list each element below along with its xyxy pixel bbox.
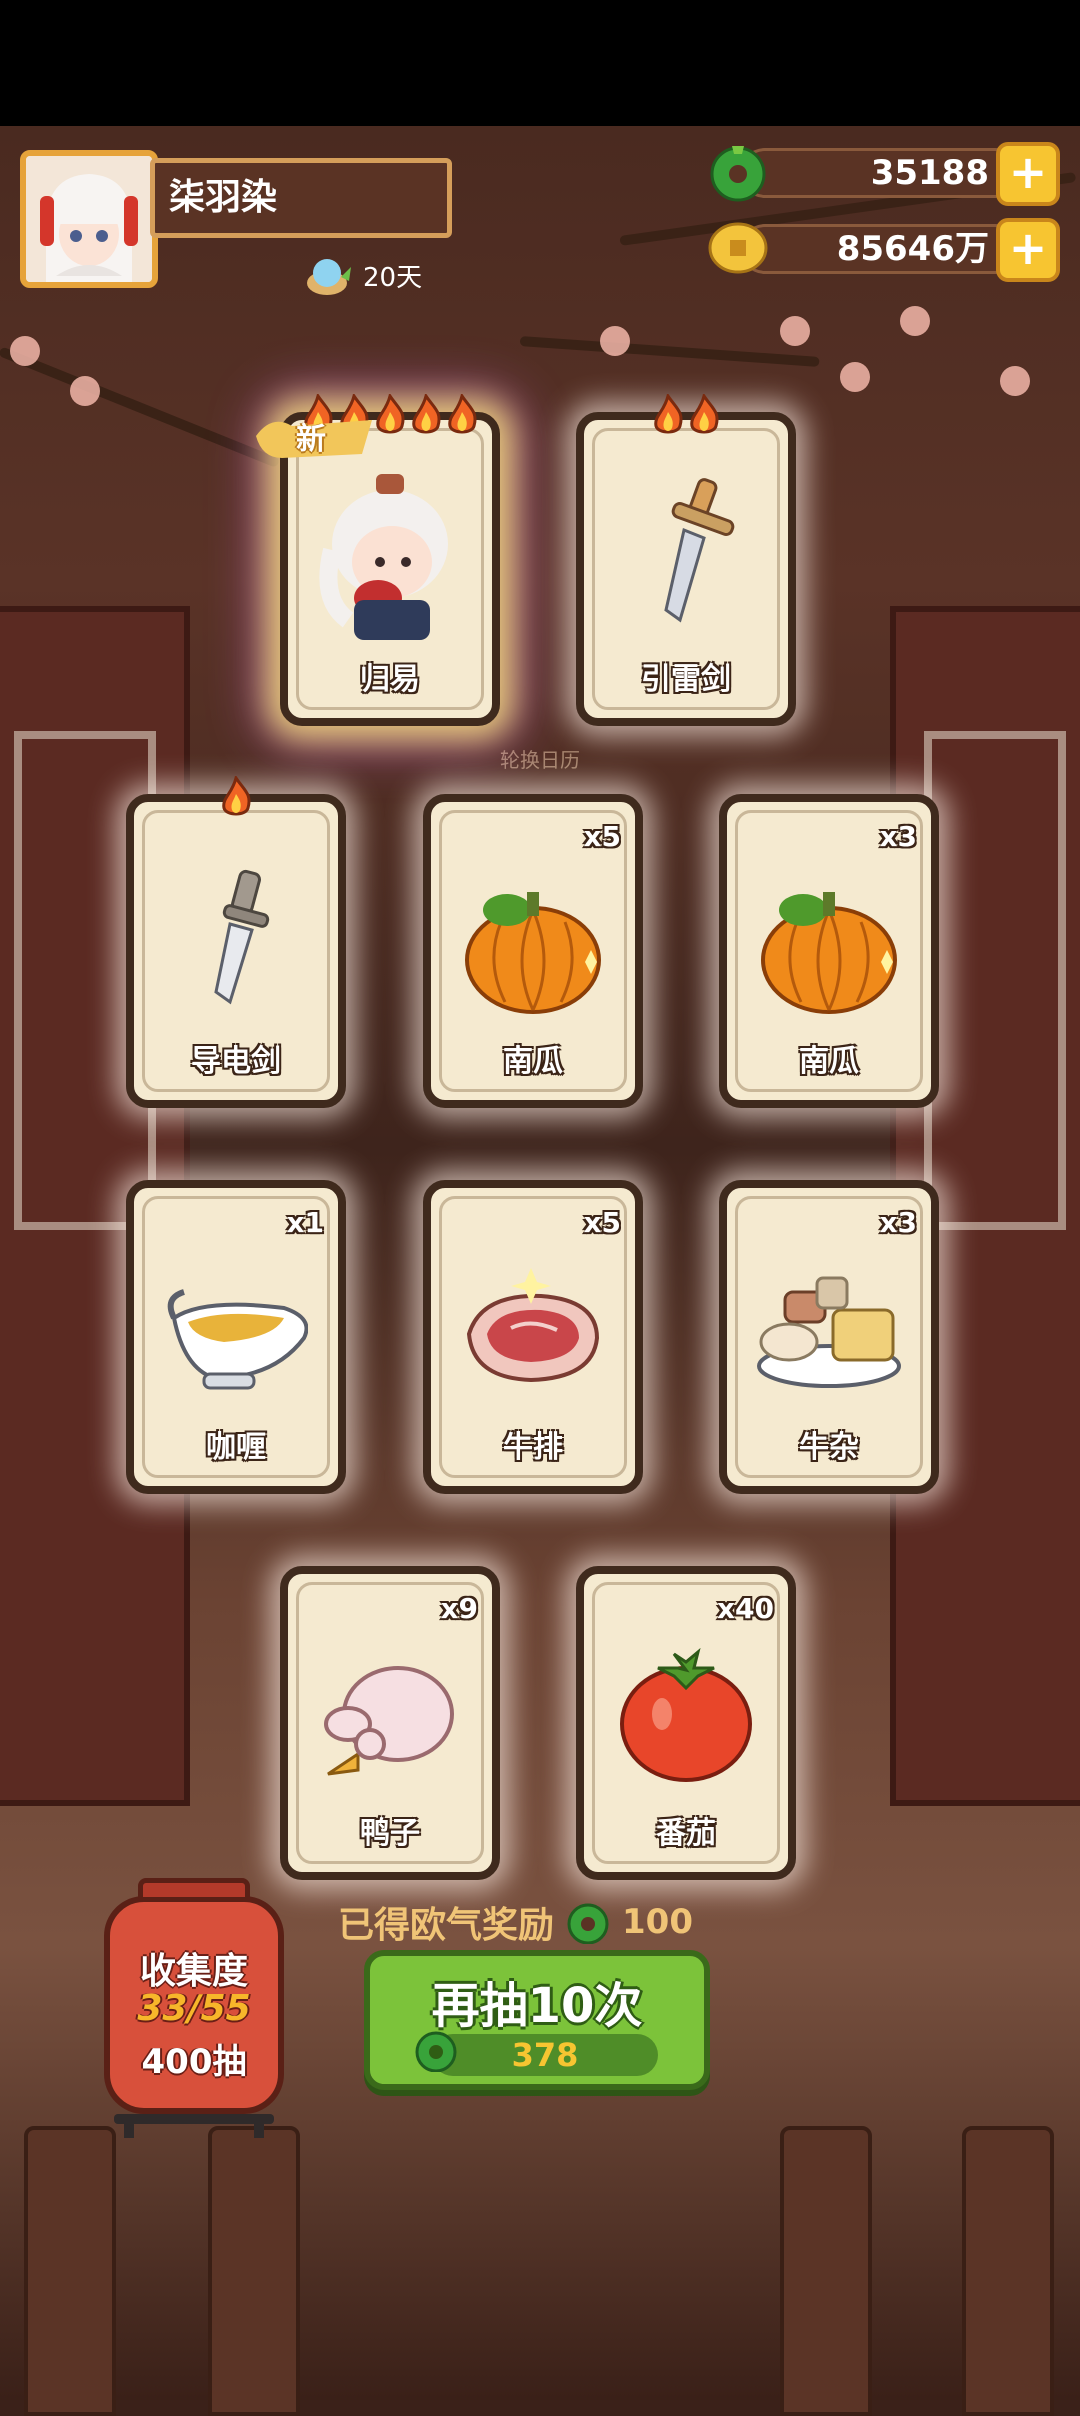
player-name: 柒羽染 — [150, 158, 452, 238]
reward-card-conductive-sword[interactable]: 导电剑 — [126, 776, 346, 1108]
collection-lantern[interactable]: 收集度 33/55 400抽 — [104, 1878, 284, 2114]
steak-icon — [466, 1268, 600, 1383]
card-quantity: x5 — [583, 1206, 621, 1239]
reward-card-duck[interactable]: x9 鸭子 — [280, 1566, 500, 1880]
new-badge: 新 — [252, 410, 382, 464]
coin-icon — [708, 222, 768, 274]
draw-button-label: 再抽10次 — [431, 1978, 643, 2034]
collection-draws: 400抽 — [141, 2042, 247, 2082]
jade-icon — [710, 146, 766, 202]
card-label: 南瓜 — [503, 1044, 563, 1079]
lantern-stand — [114, 2114, 274, 2138]
card-label: 牛排 — [503, 1430, 563, 1465]
card-label: 南瓜 — [799, 1044, 859, 1079]
coin-amount: 85646万 — [740, 224, 1020, 274]
reward-card-character[interactable]: 新 归易 — [256, 394, 500, 726]
sword-icon — [664, 478, 735, 623]
reward-text: 已得欧气奖励 — [338, 1905, 555, 1946]
card-quantity: x1 — [286, 1206, 324, 1239]
reward-value: 100 — [622, 1902, 693, 1942]
dagger-icon — [214, 869, 270, 1005]
reward-card-thunder-sword[interactable]: 引雷剑 — [576, 394, 796, 726]
card-quantity: x40 — [716, 1592, 774, 1625]
draw-cost: 378 — [415, 2031, 658, 2076]
status-bar — [0, 0, 1080, 126]
reward-card-pumpkin-1[interactable]: x5 南瓜 — [423, 794, 643, 1108]
card-label: 归易 — [360, 662, 420, 697]
card-label: 导电剑 — [191, 1044, 281, 1079]
duck-icon — [324, 1666, 454, 1776]
jade-currency: 35188 + — [700, 142, 1060, 206]
reward-card-curry[interactable]: x1 咖喱 — [126, 1180, 346, 1494]
beef-offal-icon — [757, 1276, 901, 1388]
card-quantity: x5 — [583, 820, 621, 853]
card-quantity: x3 — [879, 820, 917, 853]
reward-info: 已得欧气奖励 100 — [338, 1896, 693, 1948]
card-label: 牛杂 — [799, 1430, 859, 1465]
reward-card-beef-offal[interactable]: x3 牛杂 — [719, 1180, 939, 1494]
draw-10-again-button[interactable]: 再抽10次 378 — [364, 1950, 710, 2090]
pumpkin-icon — [465, 892, 601, 1014]
jade-amount: 35188 — [740, 148, 1020, 198]
curry-gravy-boat-icon — [167, 1289, 308, 1390]
rarity-flames — [584, 394, 788, 438]
avatar[interactable] — [20, 150, 158, 288]
reward-card-tomato[interactable]: x40 番茄 — [576, 1566, 796, 1880]
rotation-calendar-label: 轮换日历 — [500, 748, 580, 772]
chef-character-icon — [319, 474, 448, 640]
card-quantity: x3 — [879, 1206, 917, 1239]
globe-icon — [307, 259, 351, 295]
card-label: 鸭子 — [360, 1816, 420, 1851]
card-label: 番茄 — [656, 1816, 716, 1851]
rarity-flames — [134, 776, 338, 820]
draw-cost-value: 378 — [511, 2036, 579, 2074]
reward-card-pumpkin-2[interactable]: x3 南瓜 — [719, 794, 939, 1108]
add-coin-button[interactable]: + — [996, 218, 1060, 282]
card-label: 咖喱 — [206, 1430, 266, 1465]
card-quantity: x9 — [440, 1592, 478, 1625]
collection-title: 收集度 — [139, 1951, 248, 1992]
pumpkin-icon — [761, 892, 897, 1014]
coin-currency: 85646万 + — [700, 218, 1060, 282]
reward-card-steak[interactable]: x5 牛排 — [423, 1180, 643, 1494]
collection-progress: 33/55 — [137, 1988, 251, 2029]
days-text: 20天 — [363, 262, 423, 293]
days-counter: 20天 — [305, 250, 422, 300]
tomato-icon — [620, 1647, 752, 1782]
jade-icon — [567, 1903, 609, 1944]
add-jade-button[interactable]: + — [996, 142, 1060, 206]
card-label: 引雷剑 — [641, 662, 731, 697]
